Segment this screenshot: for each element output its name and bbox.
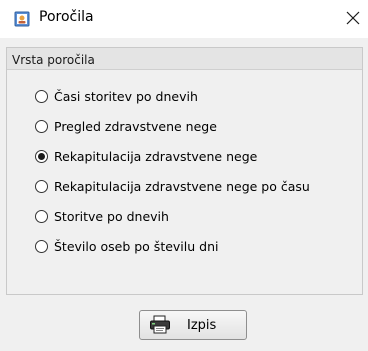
printer-icon [150, 315, 170, 334]
print-button[interactable]: Izpis [139, 310, 247, 340]
radio-option-times-of-services[interactable]: Časi storitev po dnevih [35, 86, 198, 106]
radio-button-selected[interactable] [35, 149, 48, 163]
radio-button[interactable] [35, 179, 48, 193]
radio-button[interactable] [35, 119, 48, 133]
reports-dialog: Poročila Vrsta poročila Časi storitev po… [0, 0, 368, 351]
title-bar: Poročila [0, 0, 368, 38]
radio-button[interactable] [35, 89, 48, 103]
report-type-group: Vrsta poročila Časi storitev po dnevih P… [6, 47, 363, 295]
radio-option-care-recap[interactable]: Rekapitulacija zdravstvene nege [35, 146, 257, 166]
report-icon [14, 11, 30, 27]
radio-label: Pregled zdravstvene nege [54, 118, 217, 134]
radio-label: Storitve po dnevih [54, 208, 169, 224]
radio-option-persons-by-days[interactable]: Število oseb po številu dni [35, 236, 218, 256]
radio-button[interactable] [35, 239, 48, 253]
radio-button[interactable] [35, 209, 48, 223]
group-label: Vrsta poročila [12, 53, 95, 67]
radio-label: Rekapitulacija zdravstvene nege po času [54, 178, 310, 194]
close-button[interactable] [340, 4, 366, 32]
print-button-label: Izpis [187, 317, 217, 333]
window-title: Poročila [39, 9, 94, 25]
radio-label: Število oseb po številu dni [54, 238, 219, 254]
close-icon [346, 11, 360, 25]
group-header: Vrsta poročila [7, 48, 362, 70]
radio-option-care-recap-by-time[interactable]: Rekapitulacija zdravstvene nege po času [35, 176, 310, 196]
radio-option-care-overview[interactable]: Pregled zdravstvene nege [35, 116, 217, 136]
radio-label: Časi storitev po dnevih [54, 88, 198, 104]
radio-label: Rekapitulacija zdravstvene nege [54, 148, 258, 164]
radio-option-services-by-day[interactable]: Storitve po dnevih [35, 206, 169, 226]
